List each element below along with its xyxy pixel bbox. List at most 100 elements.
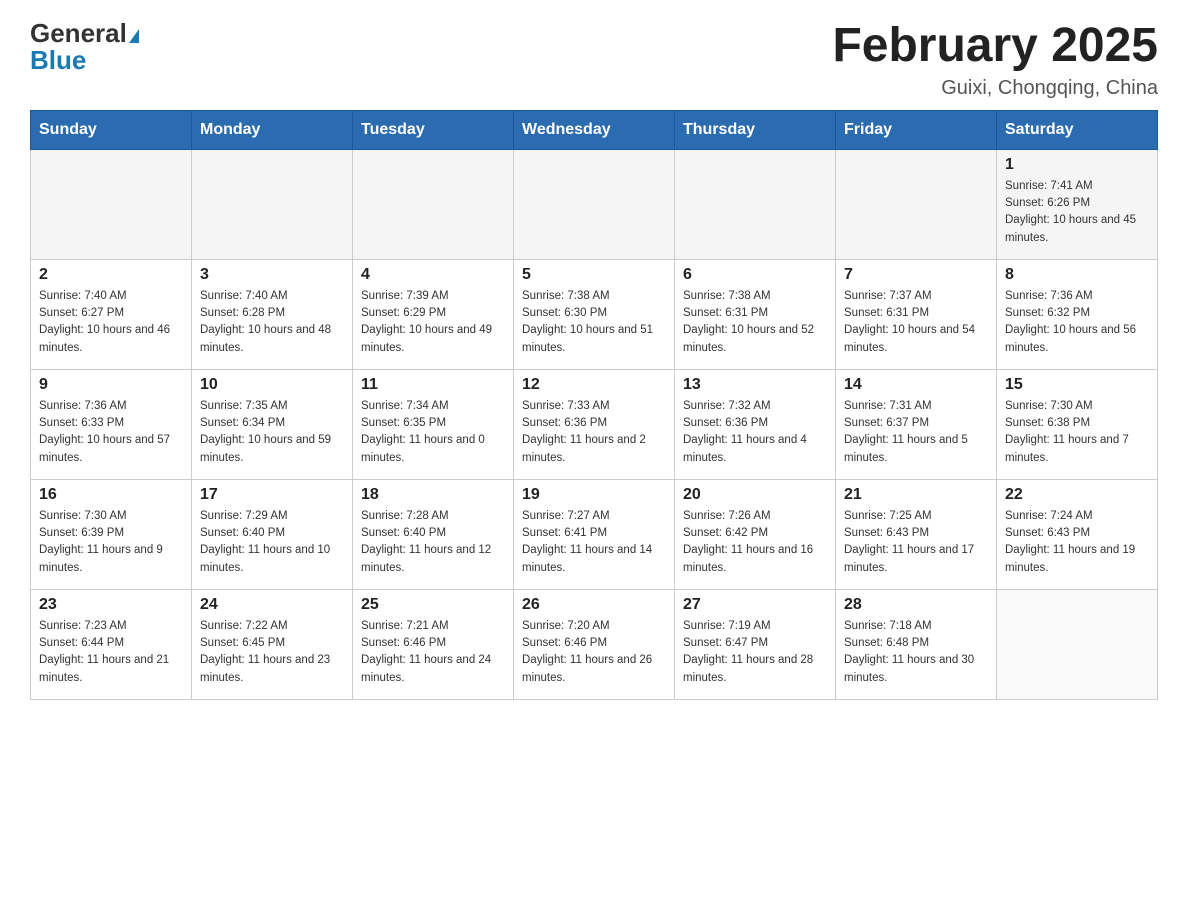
calendar-week-1: 1 Sunrise: 7:41 AMSunset: 6:26 PMDaylight… (31, 149, 1158, 259)
header-saturday: Saturday (997, 110, 1158, 149)
day-info: Sunrise: 7:29 AMSunset: 6:40 PMDaylight:… (200, 508, 344, 577)
calendar-cell (31, 149, 192, 259)
calendar-body: 1 Sunrise: 7:41 AMSunset: 6:26 PMDaylight… (31, 149, 1158, 699)
day-number: 2 (39, 266, 183, 284)
day-number: 1 (1005, 156, 1149, 174)
day-info: Sunrise: 7:30 AMSunset: 6:38 PMDaylight:… (1005, 398, 1149, 467)
day-info: Sunrise: 7:21 AMSunset: 6:46 PMDaylight:… (361, 618, 505, 687)
calendar-cell: 21Sunrise: 7:25 AMSunset: 6:43 PMDayligh… (836, 479, 997, 589)
day-number: 28 (844, 596, 988, 614)
calendar-cell: 6 Sunrise: 7:38 AMSunset: 6:31 PMDaylight… (675, 259, 836, 369)
logo-general-text: General (30, 18, 127, 48)
day-number: 11 (361, 376, 505, 394)
day-number: 20 (683, 486, 827, 504)
calendar-cell: 9Sunrise: 7:36 AMSunset: 6:33 PMDaylight… (31, 369, 192, 479)
calendar-cell: 12Sunrise: 7:33 AMSunset: 6:36 PMDayligh… (514, 369, 675, 479)
day-info: Sunrise: 7:32 AMSunset: 6:36 PMDaylight:… (683, 398, 827, 467)
calendar-cell: 7 Sunrise: 7:37 AMSunset: 6:31 PMDaylight… (836, 259, 997, 369)
calendar-cell: 10 Sunrise: 7:35 AMSunset: 6:34 PMDayligh… (192, 369, 353, 479)
calendar-cell: 20Sunrise: 7:26 AMSunset: 6:42 PMDayligh… (675, 479, 836, 589)
calendar-cell (353, 149, 514, 259)
day-info: Sunrise: 7:39 AMSunset: 6:29 PMDaylight:… (361, 288, 505, 357)
calendar-cell (514, 149, 675, 259)
logo-blue-text: Blue (30, 45, 86, 75)
day-number: 21 (844, 486, 988, 504)
calendar-week-4: 16Sunrise: 7:30 AMSunset: 6:39 PMDayligh… (31, 479, 1158, 589)
logo: General Blue (30, 20, 139, 74)
day-number: 23 (39, 596, 183, 614)
day-number: 27 (683, 596, 827, 614)
calendar-cell: 2 Sunrise: 7:40 AMSunset: 6:27 PMDaylight… (31, 259, 192, 369)
page-header: General Blue February 2025 Guixi, Chongq… (30, 20, 1158, 100)
day-number: 8 (1005, 266, 1149, 284)
calendar-cell: 18Sunrise: 7:28 AMSunset: 6:40 PMDayligh… (353, 479, 514, 589)
calendar-cell: 1 Sunrise: 7:41 AMSunset: 6:26 PMDaylight… (997, 149, 1158, 259)
day-number: 7 (844, 266, 988, 284)
calendar-title: February 2025 (832, 20, 1158, 73)
day-info: Sunrise: 7:30 AMSunset: 6:39 PMDaylight:… (39, 508, 183, 577)
calendar-cell: 13 Sunrise: 7:32 AMSunset: 6:36 PMDayligh… (675, 369, 836, 479)
day-info: Sunrise: 7:28 AMSunset: 6:40 PMDaylight:… (361, 508, 505, 577)
day-number: 15 (1005, 376, 1149, 394)
day-number: 25 (361, 596, 505, 614)
day-info: Sunrise: 7:23 AMSunset: 6:44 PMDaylight:… (39, 618, 183, 687)
calendar-cell (192, 149, 353, 259)
title-block: February 2025 Guixi, Chongqing, China (832, 20, 1158, 100)
day-info: Sunrise: 7:36 AMSunset: 6:32 PMDaylight:… (1005, 288, 1149, 357)
logo-general-line: General (30, 20, 139, 47)
calendar-cell: 8 Sunrise: 7:36 AMSunset: 6:32 PMDaylight… (997, 259, 1158, 369)
calendar-cell: 14Sunrise: 7:31 AMSunset: 6:37 PMDayligh… (836, 369, 997, 479)
day-info: Sunrise: 7:20 AMSunset: 6:46 PMDaylight:… (522, 618, 666, 687)
day-info: Sunrise: 7:40 AMSunset: 6:27 PMDaylight:… (39, 288, 183, 357)
day-info: Sunrise: 7:41 AMSunset: 6:26 PMDaylight:… (1005, 178, 1149, 247)
calendar-cell: 27 Sunrise: 7:19 AMSunset: 6:47 PMDayligh… (675, 589, 836, 699)
day-number: 19 (522, 486, 666, 504)
calendar-cell: 15 Sunrise: 7:30 AMSunset: 6:38 PMDayligh… (997, 369, 1158, 479)
day-info: Sunrise: 7:18 AMSunset: 6:48 PMDaylight:… (844, 618, 988, 687)
day-info: Sunrise: 7:24 AMSunset: 6:43 PMDaylight:… (1005, 508, 1149, 577)
day-number: 9 (39, 376, 183, 394)
calendar-cell (997, 589, 1158, 699)
header-friday: Friday (836, 110, 997, 149)
day-info: Sunrise: 7:35 AMSunset: 6:34 PMDaylight:… (200, 398, 344, 467)
calendar-cell: 22 Sunrise: 7:24 AMSunset: 6:43 PMDayligh… (997, 479, 1158, 589)
day-number: 22 (1005, 486, 1149, 504)
calendar-cell: 25 Sunrise: 7:21 AMSunset: 6:46 PMDayligh… (353, 589, 514, 699)
day-number: 26 (522, 596, 666, 614)
day-info: Sunrise: 7:19 AMSunset: 6:47 PMDaylight:… (683, 618, 827, 687)
calendar-cell: 4 Sunrise: 7:39 AMSunset: 6:29 PMDaylight… (353, 259, 514, 369)
calendar-cell: 19 Sunrise: 7:27 AMSunset: 6:41 PMDayligh… (514, 479, 675, 589)
calendar-cell: 26 Sunrise: 7:20 AMSunset: 6:46 PMDayligh… (514, 589, 675, 699)
day-info: Sunrise: 7:38 AMSunset: 6:30 PMDaylight:… (522, 288, 666, 357)
header-thursday: Thursday (675, 110, 836, 149)
calendar-week-3: 9Sunrise: 7:36 AMSunset: 6:33 PMDaylight… (31, 369, 1158, 479)
day-number: 3 (200, 266, 344, 284)
header-monday: Monday (192, 110, 353, 149)
calendar-cell: 17 Sunrise: 7:29 AMSunset: 6:40 PMDayligh… (192, 479, 353, 589)
day-number: 4 (361, 266, 505, 284)
day-info: Sunrise: 7:27 AMSunset: 6:41 PMDaylight:… (522, 508, 666, 577)
calendar-header: Sunday Monday Tuesday Wednesday Thursday… (31, 110, 1158, 149)
day-info: Sunrise: 7:38 AMSunset: 6:31 PMDaylight:… (683, 288, 827, 357)
day-info: Sunrise: 7:33 AMSunset: 6:36 PMDaylight:… (522, 398, 666, 467)
calendar-cell: 16Sunrise: 7:30 AMSunset: 6:39 PMDayligh… (31, 479, 192, 589)
header-wednesday: Wednesday (514, 110, 675, 149)
calendar-cell: 3 Sunrise: 7:40 AMSunset: 6:28 PMDaylight… (192, 259, 353, 369)
logo-triangle-icon (129, 29, 139, 43)
calendar-cell: 28 Sunrise: 7:18 AMSunset: 6:48 PMDayligh… (836, 589, 997, 699)
calendar-cell: 23 Sunrise: 7:23 AMSunset: 6:44 PMDayligh… (31, 589, 192, 699)
day-number: 10 (200, 376, 344, 394)
header-row: Sunday Monday Tuesday Wednesday Thursday… (31, 110, 1158, 149)
calendar-cell: 5Sunrise: 7:38 AMSunset: 6:30 PMDaylight… (514, 259, 675, 369)
day-info: Sunrise: 7:37 AMSunset: 6:31 PMDaylight:… (844, 288, 988, 357)
day-number: 6 (683, 266, 827, 284)
calendar-week-5: 23 Sunrise: 7:23 AMSunset: 6:44 PMDayligh… (31, 589, 1158, 699)
calendar-cell: 11 Sunrise: 7:34 AMSunset: 6:35 PMDayligh… (353, 369, 514, 479)
calendar-cell: 24Sunrise: 7:22 AMSunset: 6:45 PMDayligh… (192, 589, 353, 699)
day-number: 17 (200, 486, 344, 504)
day-info: Sunrise: 7:34 AMSunset: 6:35 PMDaylight:… (361, 398, 505, 467)
day-number: 13 (683, 376, 827, 394)
header-sunday: Sunday (31, 110, 192, 149)
header-tuesday: Tuesday (353, 110, 514, 149)
day-info: Sunrise: 7:40 AMSunset: 6:28 PMDaylight:… (200, 288, 344, 357)
